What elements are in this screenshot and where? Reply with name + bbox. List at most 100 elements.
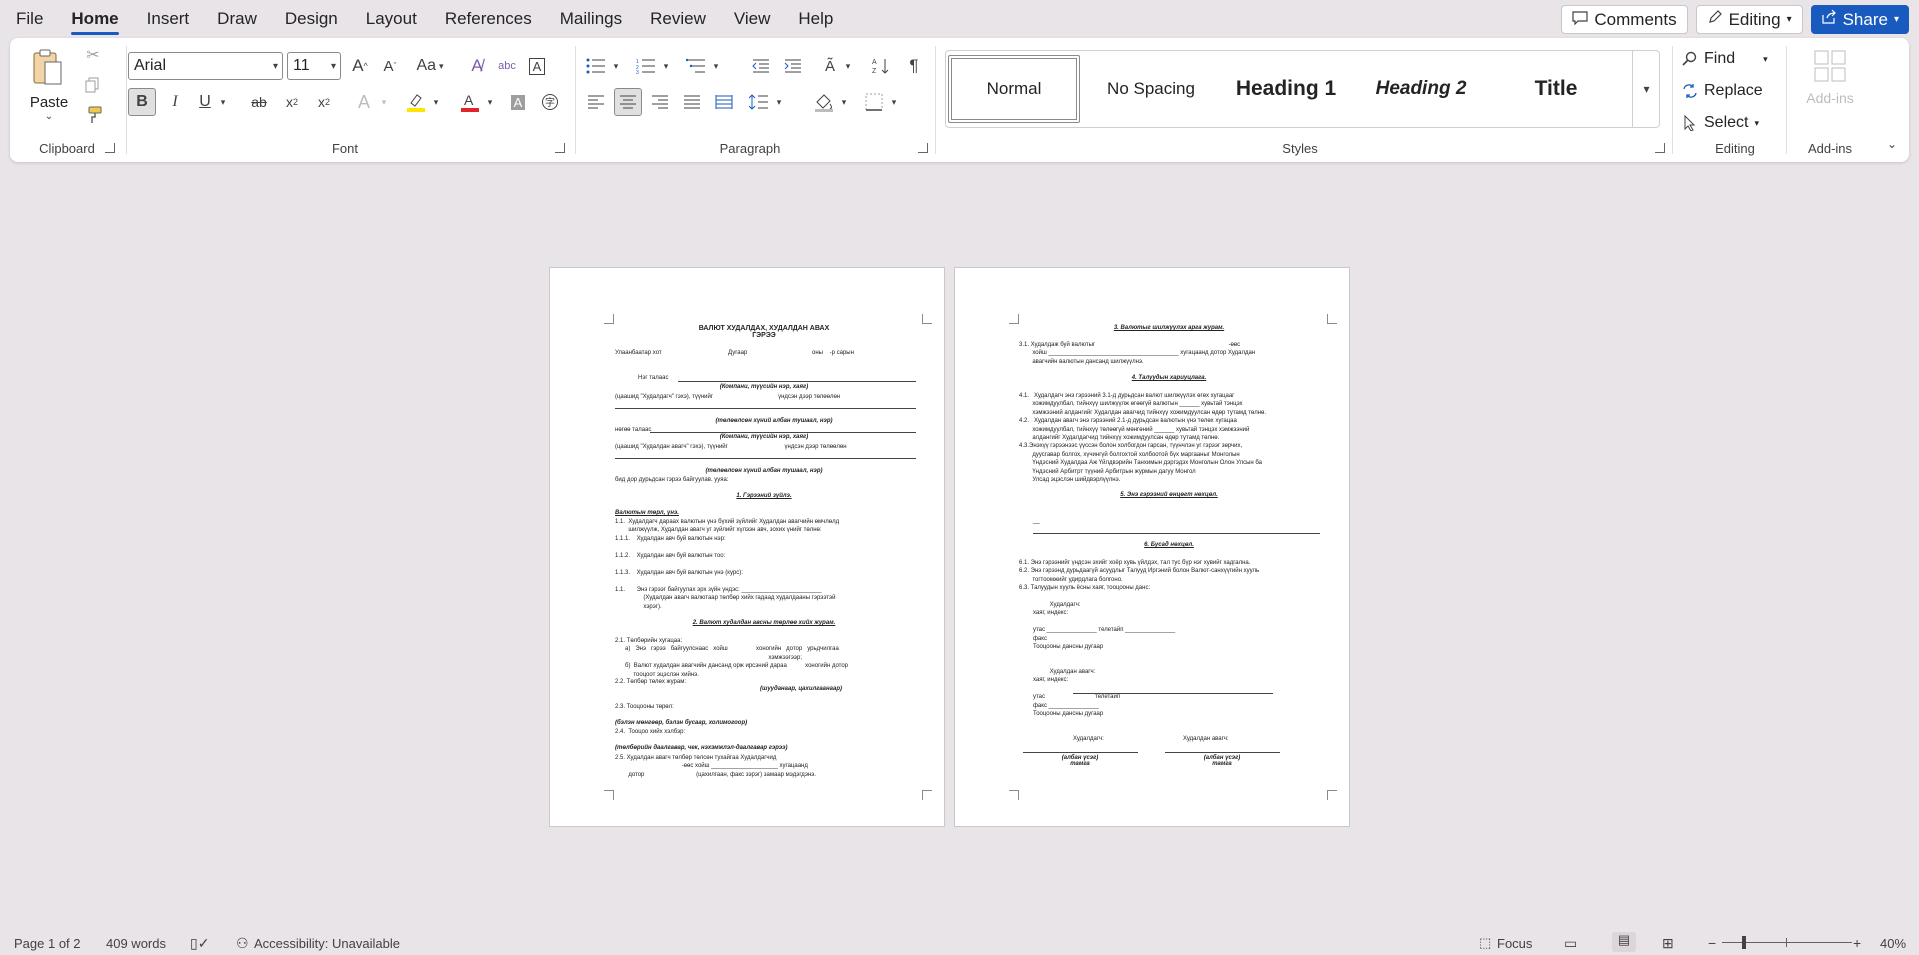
text-direction-icon[interactable]: A͂ (818, 54, 842, 78)
chevron-down-icon[interactable]: ▾ (430, 88, 442, 116)
chevron-down-icon[interactable]: ▾ (710, 54, 722, 78)
font-dialog-launcher[interactable] (555, 143, 565, 153)
focus-mode-button[interactable]: Focus (1497, 936, 1532, 951)
align-center-icon[interactable] (614, 88, 642, 116)
chevron-down-icon[interactable]: ⌄ (40, 110, 58, 122)
superscript-button[interactable]: x2 (310, 88, 338, 116)
tab-insert[interactable]: Insert (147, 3, 190, 35)
chevron-down-icon[interactable]: ▾ (842, 54, 854, 78)
highlight-color-icon[interactable] (402, 88, 430, 116)
chevron-down-icon[interactable]: ▾ (484, 88, 496, 116)
add-ins-icon[interactable] (1810, 46, 1850, 86)
page-count[interactable]: Page 1 of 2 (14, 936, 81, 951)
tab-design[interactable]: Design (285, 3, 338, 35)
align-right-icon[interactable] (646, 88, 674, 116)
borders-icon[interactable] (860, 88, 888, 116)
numbering-icon[interactable]: 123 (632, 54, 660, 78)
tab-file[interactable]: File (16, 3, 43, 35)
font-size-combo[interactable]: 11 ▾ (287, 52, 341, 80)
proofing-icon[interactable]: ▯✓ (190, 935, 209, 952)
multilevel-list-icon[interactable] (682, 54, 710, 78)
sort-icon[interactable]: AZ (868, 54, 894, 78)
chevron-down-icon[interactable]: ▾ (610, 54, 622, 78)
chevron-down-icon[interactable]: ▾ (660, 54, 672, 78)
zoom-out-icon[interactable]: − (1708, 935, 1716, 951)
font-name-combo[interactable]: Arial ▾ (128, 52, 283, 80)
print-layout-icon[interactable]: ▤ (1612, 932, 1636, 952)
cut-icon[interactable]: ✂ (82, 44, 104, 66)
shrink-font-icon[interactable]: Aˇ (378, 54, 402, 78)
share-button[interactable]: Share ▾ (1810, 5, 1909, 34)
subscript-button[interactable]: x2 (278, 88, 306, 116)
tab-view[interactable]: View (734, 3, 771, 35)
party-1-signatory-note: (төлөөлсөн хүний албан тушаал, нэр) (715, 418, 833, 424)
paragraph-dialog-launcher[interactable] (918, 143, 928, 153)
style-title[interactable]: Title (1491, 55, 1621, 123)
chevron-down-icon[interactable]: ▾ (217, 88, 229, 116)
select-button[interactable]: Select ▾ (1682, 110, 1782, 136)
distributed-icon[interactable] (710, 88, 738, 116)
chevron-down-icon[interactable]: ▾ (888, 88, 900, 116)
tab-layout[interactable]: Layout (366, 3, 417, 35)
zoom-slider-thumb[interactable] (1742, 936, 1746, 949)
character-shading-icon[interactable]: A (506, 88, 530, 116)
tab-draw[interactable]: Draw (217, 3, 257, 35)
style-heading-1[interactable]: Heading 1 (1221, 55, 1351, 123)
signature-seller-note: (албан үсэг) тамга (1061, 755, 1099, 767)
tab-help[interactable]: Help (798, 3, 833, 35)
styles-more-button[interactable]: ▾ (1632, 51, 1660, 127)
tab-references[interactable]: References (445, 3, 532, 35)
clause-1-1-3: 1.1.3. Худалдан авч буй валютын үнэ (кур… (615, 570, 743, 576)
paste-button[interactable] (28, 44, 68, 92)
increase-indent-icon[interactable] (780, 54, 806, 78)
strikethrough-button[interactable]: ab (245, 88, 273, 116)
align-left-icon[interactable] (582, 88, 610, 116)
justify-icon[interactable] (678, 88, 706, 116)
accessibility-status[interactable]: Accessibility: Unavailable (254, 936, 400, 951)
bullets-icon[interactable] (582, 54, 610, 78)
clear-formatting-icon[interactable]: A̸ (465, 54, 489, 78)
enclose-characters-icon[interactable]: 字 (538, 88, 562, 116)
character-border-icon[interactable]: A (525, 54, 549, 78)
zoom-in-icon[interactable]: + (1853, 935, 1861, 951)
paste-label[interactable]: Paste (30, 92, 68, 112)
style-heading-2[interactable]: Heading 2 (1356, 55, 1486, 123)
collapse-ribbon-icon[interactable]: ⌄ (1882, 134, 1902, 154)
font-color-icon[interactable]: A (456, 88, 484, 116)
grow-font-icon[interactable]: A ^ (348, 54, 372, 78)
change-case-button[interactable]: Aa ▾ (410, 54, 450, 78)
format-painter-icon[interactable] (82, 104, 104, 126)
editing-mode-button[interactable]: Editing ▾ (1695, 5, 1803, 34)
tab-mailings[interactable]: Mailings (560, 3, 622, 35)
shading-icon[interactable] (810, 88, 838, 116)
add-ins-label[interactable]: Add-ins (1796, 88, 1864, 108)
styles-dialog-launcher[interactable] (1655, 143, 1665, 153)
clipboard-dialog-launcher[interactable] (105, 143, 115, 153)
web-layout-icon[interactable]: ⊞ (1662, 935, 1674, 952)
style-normal[interactable]: Normal (948, 55, 1080, 123)
decrease-indent-icon[interactable] (748, 54, 774, 78)
line-spacing-icon[interactable] (745, 88, 773, 116)
chevron-down-icon[interactable]: ▾ (378, 88, 390, 116)
focus-icon[interactable]: ⬚ (1479, 935, 1491, 951)
word-count[interactable]: 409 words (106, 936, 166, 951)
phonetic-guide-icon[interactable]: abc (495, 54, 519, 78)
zoom-level[interactable]: 40% (1880, 936, 1906, 951)
show-formatting-marks-icon[interactable]: ¶ (902, 54, 926, 78)
comments-button[interactable]: Comments (1561, 5, 1688, 34)
italic-button[interactable]: I (163, 88, 187, 116)
chevron-down-icon[interactable]: ▾ (838, 88, 850, 116)
style-no-spacing[interactable]: No Spacing (1086, 55, 1216, 123)
copy-icon[interactable] (82, 74, 104, 96)
tab-review[interactable]: Review (650, 3, 706, 35)
bold-button[interactable]: B (128, 88, 156, 116)
chevron-down-icon[interactable]: ▾ (773, 88, 785, 116)
document-page-1[interactable]: ВАЛЮТ ХУДАЛДАХ, ХУДАЛДАН АВАХ ГЭРЭЭ Улаа… (549, 267, 945, 827)
text-effects-icon[interactable]: A (350, 88, 378, 116)
tab-home[interactable]: Home (71, 3, 119, 35)
underline-button[interactable]: U (193, 88, 217, 116)
find-button[interactable]: Find ▾ (1682, 46, 1782, 72)
read-mode-icon[interactable]: ▭ (1564, 935, 1577, 952)
document-page-2[interactable]: 3. Валютыг шилжүүлэх арга журам. 3.1. Ху… (954, 267, 1350, 827)
replace-button[interactable]: Replace (1682, 78, 1782, 104)
